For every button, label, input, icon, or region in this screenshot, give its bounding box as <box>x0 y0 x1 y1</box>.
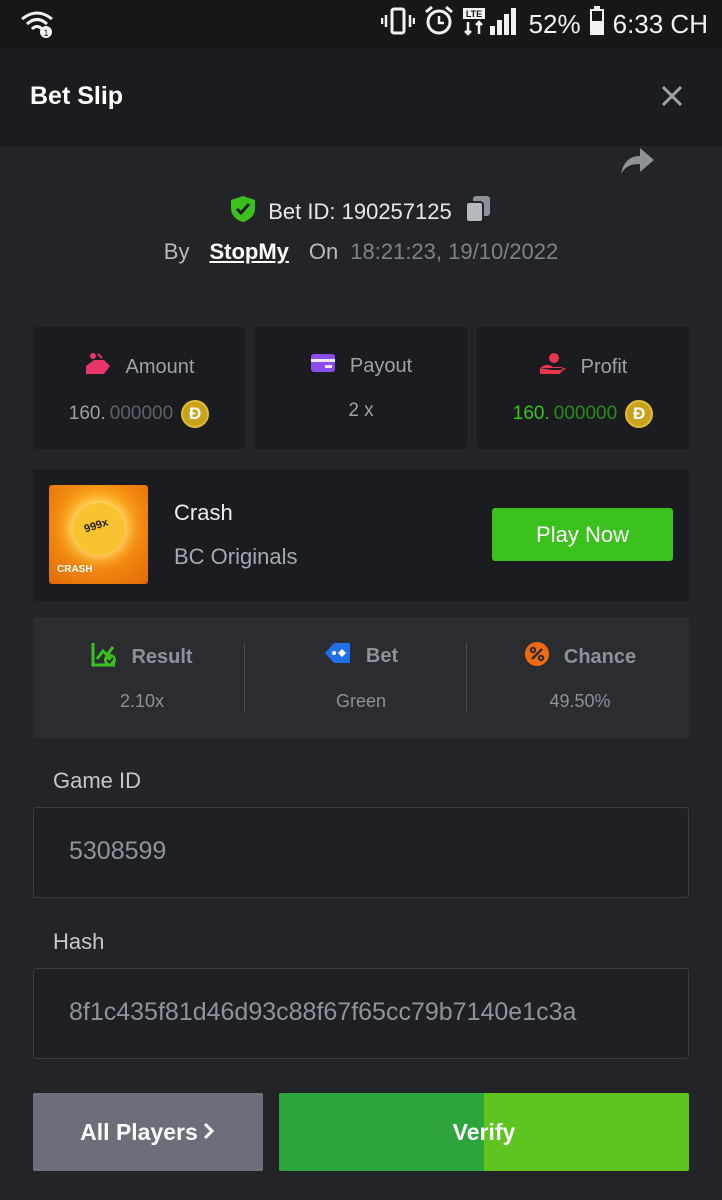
profit-value-decimals: 000000 <box>553 403 618 424</box>
vibrate-icon <box>380 7 415 42</box>
wifi-icon: 1 <box>20 9 54 44</box>
profit-value: 160. 000000 Ð <box>477 400 689 428</box>
result-card: Result 2.10x Bet Green Chance 49.50% <box>33 617 689 738</box>
payout-card: Payout 2 x <box>255 327 467 449</box>
battery-percent: 52% <box>528 8 581 39</box>
percent-icon <box>524 641 550 673</box>
game-id-value: 5308599 <box>69 837 167 865</box>
payout-value: 2 x <box>348 400 374 421</box>
verify-button[interactable]: Verify <box>279 1093 689 1171</box>
all-players-button[interactable]: All Players <box>33 1093 263 1171</box>
lte-label: LTE <box>465 9 481 19</box>
game-provider: BC Originals <box>174 544 298 569</box>
thumb-tag: CRASH <box>57 564 93 575</box>
lte-signal-icon: LTE <box>462 6 521 43</box>
wallet-icon <box>310 352 336 380</box>
alarm-icon <box>423 5 455 44</box>
amount-value-main: 160. <box>68 403 106 424</box>
share-icon <box>621 148 654 174</box>
profit-label: Profit <box>580 355 628 378</box>
hash-field[interactable]: 8f1c435f81d46d93c88f67f65cc79b7140e1c3a <box>33 968 689 1059</box>
profit-card: Profit 160. 000000 Ð <box>477 327 689 449</box>
battery-icon <box>589 5 605 43</box>
result-value: 2.10x <box>119 691 165 711</box>
game-card: 999x CRASH Crash BC Originals Play Now <box>33 469 689 601</box>
chance-column: Chance 49.50% <box>471 617 689 738</box>
payout-label: Payout <box>349 354 413 377</box>
bet-slip-header: Bet Slip <box>0 48 722 146</box>
divider <box>244 643 245 713</box>
by-label: By <box>163 239 190 264</box>
result-label: Result <box>131 645 193 668</box>
profit-value-main: 160. <box>512 403 550 424</box>
share-button[interactable] <box>620 146 656 176</box>
on-label: On <box>308 239 339 264</box>
svg-text:1: 1 <box>43 28 48 38</box>
all-players-label: All Players <box>80 1118 198 1145</box>
doge-coin-icon: Ð <box>181 400 210 428</box>
username-link[interactable]: StopMy <box>209 239 288 265</box>
chance-label: Chance <box>563 645 637 668</box>
chevron-right-icon <box>202 1119 216 1146</box>
bet-byline: By StopMy On 18:21:23, 19/10/2022 <box>0 239 722 265</box>
result-column: Result 2.10x <box>33 617 251 738</box>
clock: 6:33 CH <box>612 8 708 39</box>
game-id-field[interactable]: 5308599 <box>33 807 689 898</box>
profit-hand-icon <box>539 352 567 382</box>
bet-id: Bet ID: 190257125 <box>268 199 452 224</box>
close-button[interactable] <box>658 82 686 110</box>
copy-button[interactable] <box>464 194 492 230</box>
game-id-label: Game ID <box>53 768 142 793</box>
bet-tag-icon <box>324 641 352 671</box>
amount-value: 160. 000000 Ð <box>33 400 245 428</box>
page-title: Bet Slip <box>30 82 124 110</box>
status-bar: 1 LTE 52% 6:33 CH <box>0 0 722 48</box>
chart-check-icon <box>91 641 117 673</box>
amount-icon <box>84 352 112 382</box>
bet-value: Green <box>335 691 387 711</box>
game-name: Crash <box>174 500 233 525</box>
bet-column: Bet Green <box>252 617 470 738</box>
doge-coin-icon: Ð <box>625 400 654 428</box>
play-now-button[interactable]: Play Now <box>492 508 673 561</box>
amount-card: Amount 160. 000000 Ð <box>33 327 245 449</box>
divider <box>466 643 467 713</box>
bet-id-row: Bet ID: 190257125 <box>0 194 722 230</box>
chance-value: 49.50% <box>549 691 611 711</box>
bet-label: Bet <box>365 644 399 667</box>
amount-label: Amount <box>125 355 195 378</box>
hash-label: Hash <box>53 929 105 954</box>
copy-icon <box>464 196 490 223</box>
game-thumbnail[interactable]: 999x CRASH <box>49 485 148 584</box>
hash-value: 8f1c435f81d46d93c88f67f65cc79b7140e1c3a <box>69 998 577 1026</box>
amount-value-decimals: 000000 <box>109 403 174 424</box>
verified-shield-icon <box>230 195 256 229</box>
bet-datetime: 18:21:23, 19/10/2022 <box>350 239 559 264</box>
close-icon <box>661 85 683 107</box>
